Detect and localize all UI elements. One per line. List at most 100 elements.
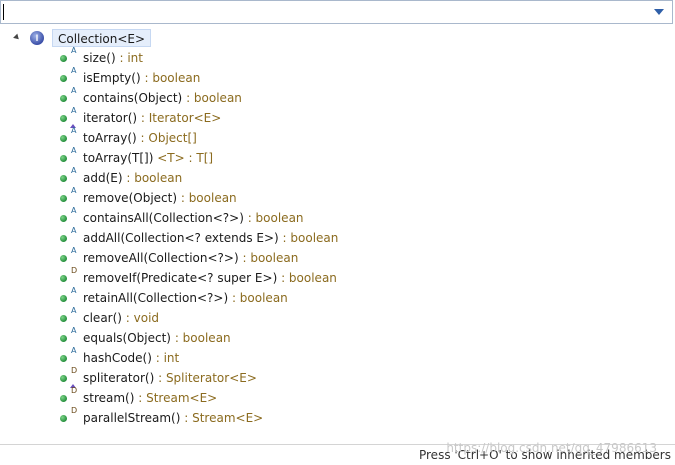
method-row[interactable]: Dstream() : Stream<E> — [0, 386, 675, 408]
public-method-icon — [60, 215, 67, 222]
abstract-modifier-icon: A — [71, 226, 77, 235]
tree-root-row[interactable]: I Collection<E> — [0, 28, 675, 48]
method-signature: toArray(T[]) <T> : T[] — [83, 148, 213, 168]
filter-box[interactable] — [0, 0, 673, 24]
return-type: : boolean — [140, 71, 201, 85]
abstract-modifier-icon: A — [71, 306, 77, 315]
public-method-icon — [60, 75, 67, 82]
public-method-icon — [60, 235, 67, 242]
abstract-modifier-icon: A — [71, 246, 77, 255]
method-row[interactable]: Asize() : int — [0, 46, 675, 68]
method-name: removeIf(Predicate<? super E>) — [83, 271, 278, 285]
public-method-icon — [60, 115, 67, 122]
public-method-icon — [60, 295, 67, 302]
public-method-icon — [60, 255, 67, 262]
method-signature: removeAll(Collection<?>) : boolean — [83, 248, 298, 268]
public-method-icon — [60, 195, 67, 202]
return-type: : Object[] — [136, 131, 197, 145]
watermark: https://blog.csdn.net/qq_47986613 — [446, 441, 657, 455]
root-interface-label[interactable]: Collection<E> — [52, 29, 152, 47]
method-row[interactable]: AaddAll(Collection<? extends E>) : boole… — [0, 226, 675, 248]
return-type: : boolean — [177, 191, 237, 205]
method-row[interactable]: Aremove(Object) : boolean — [0, 186, 675, 208]
return-type: : boolean — [182, 91, 242, 105]
return-type: : boolean — [228, 291, 288, 305]
method-signature: size() : int — [83, 48, 143, 68]
interface-icon: I — [30, 31, 44, 45]
public-method-icon — [60, 95, 67, 102]
method-name: remove(Object) — [83, 191, 178, 205]
return-type: : Stream<E> — [180, 411, 264, 425]
method-signature: retainAll(Collection<?>) : boolean — [83, 288, 288, 308]
public-method-icon — [60, 375, 67, 382]
abstract-modifier-icon: A — [71, 126, 77, 135]
outline-tree[interactable]: I Collection<E> Asize() : int AisEmpty() … — [0, 26, 675, 444]
public-method-icon — [60, 335, 67, 342]
method-name: stream() — [83, 391, 135, 405]
return-type: : int — [151, 351, 180, 365]
return-type: : Iterator<E> — [137, 111, 222, 125]
filter-input[interactable] — [3, 3, 645, 21]
method-row[interactable]: AcontainsAll(Collection<?>) : boolean — [0, 206, 675, 228]
public-method-icon — [60, 175, 67, 182]
method-signature: removeIf(Predicate<? super E>) : boolean — [83, 268, 337, 288]
return-type: : boolean — [277, 271, 337, 285]
return-type: : Spliterator<E> — [154, 371, 257, 385]
return-type: : boolean — [122, 171, 183, 185]
public-method-icon — [60, 355, 67, 362]
method-row[interactable]: AtoArray(T[]) <T> : T[] — [0, 146, 675, 168]
abstract-modifier-icon: A — [71, 166, 77, 175]
abstract-modifier-icon: A — [71, 206, 77, 215]
abstract-modifier-icon: A — [71, 346, 77, 355]
method-name: toArray(T[]) — [83, 151, 154, 165]
method-signature: contains(Object) : boolean — [83, 88, 242, 108]
return-type: : boolean — [171, 331, 231, 345]
method-signature: hashCode() : int — [83, 348, 179, 368]
return-type: : boolean — [243, 211, 304, 225]
method-signature: spliterator() : Spliterator<E> — [83, 368, 257, 388]
expand-collapse-icon[interactable] — [13, 33, 21, 42]
method-signature: toArray() : Object[] — [83, 128, 197, 148]
method-name: contains(Object) — [83, 91, 183, 105]
method-row[interactable]: Aclear() : void — [0, 306, 675, 328]
method-row[interactable]: AtoArray() : Object[] — [0, 126, 675, 148]
return-type: <T> : T[] — [153, 151, 214, 165]
abstract-modifier-icon: A — [71, 66, 77, 75]
method-name: removeAll(Collection<?>) — [83, 251, 239, 265]
method-signature: add(E) : boolean — [83, 168, 182, 188]
method-row[interactable]: DparallelStream() : Stream<E> — [0, 406, 675, 428]
view-menu-dropdown-icon[interactable] — [654, 9, 664, 15]
method-row[interactable]: AhashCode() : int — [0, 346, 675, 368]
method-name: spliterator() — [83, 371, 155, 385]
method-name: clear() — [83, 311, 122, 325]
return-type: : Stream<E> — [134, 391, 218, 405]
method-row[interactable]: AisEmpty() : boolean — [0, 66, 675, 88]
method-signature: isEmpty() : boolean — [83, 68, 200, 88]
abstract-modifier-icon: A — [71, 326, 77, 335]
method-signature: clear() : void — [83, 308, 159, 328]
method-row[interactable]: Dspliterator() : Spliterator<E> — [0, 366, 675, 388]
method-name: retainAll(Collection<?>) — [83, 291, 229, 305]
method-name: parallelStream() — [83, 411, 181, 425]
abstract-modifier-icon: A — [71, 186, 77, 195]
method-name: add(E) — [83, 171, 123, 185]
return-type: : boolean — [278, 231, 339, 245]
method-signature: parallelStream() : Stream<E> — [83, 408, 263, 428]
method-row[interactable]: AretainAll(Collection<?>) : boolean — [0, 286, 675, 308]
method-row[interactable]: Acontains(Object) : boolean — [0, 86, 675, 108]
method-name: addAll(Collection<? extends E>) — [83, 231, 279, 245]
method-name: iterator() — [83, 111, 138, 125]
public-method-icon — [60, 395, 67, 402]
method-signature: iterator() : Iterator<E> — [83, 108, 221, 128]
method-row[interactable]: Aadd(E) : boolean — [0, 166, 675, 188]
method-row[interactable]: AremoveAll(Collection<?>) : boolean — [0, 246, 675, 268]
method-row[interactable]: DremoveIf(Predicate<? super E>) : boolea… — [0, 266, 675, 288]
default-modifier-icon: D — [71, 406, 78, 415]
method-signature: stream() : Stream<E> — [83, 388, 217, 408]
method-row[interactable]: Aiterator() : Iterator<E> — [0, 106, 675, 128]
method-row[interactable]: Aequals(Object) : boolean — [0, 326, 675, 348]
method-name: toArray() — [83, 131, 137, 145]
public-method-icon — [60, 155, 67, 162]
abstract-modifier-icon: A — [71, 86, 77, 95]
method-signature: containsAll(Collection<?>) : boolean — [83, 208, 304, 228]
